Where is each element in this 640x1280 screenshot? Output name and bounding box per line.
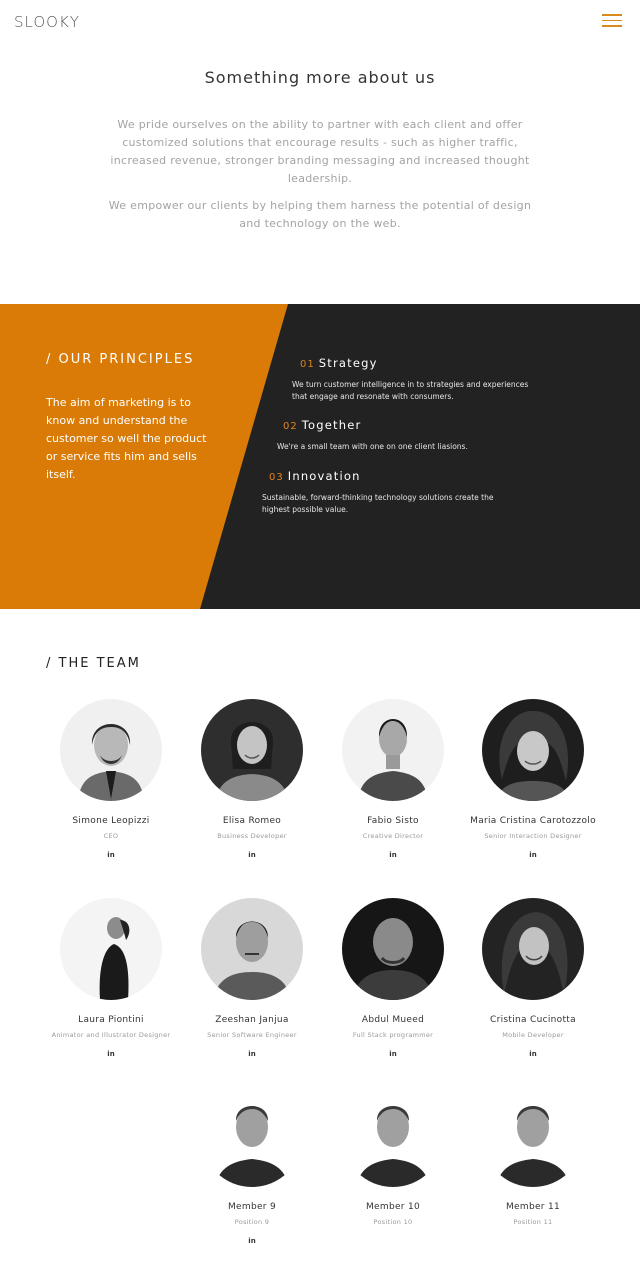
member-name: Maria Cristina Carotozzolo (470, 816, 596, 826)
member-name: Simone Leopizzi (72, 816, 150, 826)
member-photo (60, 898, 162, 1000)
member-name: Member 9 (227, 1202, 276, 1212)
member-name: Cristina Cucinotta (490, 1015, 576, 1025)
member-name: Member 11 (505, 1202, 561, 1212)
member-role: Senior Software Engineer (207, 1031, 297, 1039)
team-title: / THE TEAM (46, 656, 141, 671)
linkedin-icon[interactable]: in (389, 851, 396, 859)
member-photo (342, 1085, 444, 1187)
member-role: CEO (103, 832, 119, 840)
linkedin-icon[interactable]: in (107, 851, 114, 859)
member-photo (342, 699, 444, 801)
principle-together: 02 Together We're a small team with one o… (277, 414, 523, 453)
member-photo (482, 699, 584, 801)
principle-number: 01 (300, 359, 315, 370)
team-member: Cristina Cucinotta Mobile Developer in (468, 898, 598, 1060)
linkedin-icon[interactable]: in (248, 851, 255, 859)
principles-section: / OUR PRINCIPLES The aim of marketing is… (0, 304, 640, 609)
linkedin-icon[interactable]: in (529, 851, 536, 859)
member-name: Elisa Romeo (222, 816, 282, 826)
principle-name: Innovation (287, 469, 361, 483)
member-name: Zeeshan Janjua (215, 1015, 289, 1025)
principle-desc: Sustainable, forward-thinking technology… (262, 493, 494, 514)
principle-strategy: 01 Strategy We turn customer intelligence… (292, 352, 540, 403)
team-member: Elisa Romeo Business Developer in (187, 699, 317, 861)
about-section: Something more about us We pride ourselv… (0, 60, 640, 233)
hamburger-icon (602, 14, 622, 27)
menu-button[interactable] (602, 14, 622, 28)
header: SLOOKY (0, 0, 640, 44)
team-member: Laura Piontini Animator and Illustrator … (46, 898, 176, 1060)
team-member: Member 10 Position 10 (328, 1085, 458, 1228)
member-role: Mobile Developer (502, 1031, 564, 1039)
logo[interactable]: SLOOKY (14, 13, 80, 31)
principle-number: 02 (283, 421, 298, 432)
principles-text: The aim of marketing is to know and unde… (46, 396, 207, 481)
member-role: Full Stack programmer (352, 1031, 434, 1039)
team-member: Abdul Mueed Full Stack programmer in (328, 898, 458, 1060)
principle-innovation: 03 Innovation Sustainable, forward-thinki… (262, 465, 519, 516)
member-name: Fabio Sisto (367, 816, 419, 826)
principle-number: 03 (269, 472, 284, 483)
linkedin-icon[interactable]: in (107, 1050, 114, 1058)
member-role: Creative Director (362, 832, 424, 840)
member-photo (482, 898, 584, 1000)
member-photo (60, 699, 162, 801)
member-photo (201, 699, 303, 801)
member-role: Position 10 (373, 1218, 413, 1226)
member-role: Business Developer (217, 832, 287, 840)
linkedin-icon[interactable]: in (248, 1237, 255, 1245)
about-title: Something more about us (204, 68, 436, 87)
team-member: Member 11 Position 11 (468, 1085, 598, 1228)
member-role: Animator and Illustrator Designer (51, 1031, 171, 1039)
team-member: Member 9 Position 9 in (187, 1085, 317, 1247)
member-photo (482, 1085, 584, 1187)
member-name: Laura Piontini (78, 1015, 144, 1025)
about-paragraph-1: We pride ourselves on the ability to par… (110, 118, 530, 185)
team-member: Maria Cristina Carotozzolo Senior Intera… (468, 699, 598, 861)
about-paragraph-2: We empower our clients by helping them h… (108, 199, 532, 230)
principles-title: / OUR PRINCIPLES (46, 352, 195, 367)
member-photo (201, 1085, 303, 1187)
principle-name: Together (301, 418, 362, 432)
member-name: Abdul Mueed (361, 1015, 425, 1025)
linkedin-icon[interactable]: in (529, 1050, 536, 1058)
member-role: Position 11 (513, 1218, 553, 1226)
team-member: Zeeshan Janjua Senior Software Engineer … (187, 898, 317, 1060)
team-member: Simone Leopizzi CEO in (46, 699, 176, 861)
team-member: Fabio Sisto Creative Director in (328, 699, 458, 861)
linkedin-icon[interactable]: in (248, 1050, 255, 1058)
member-name: Member 10 (365, 1202, 421, 1212)
principle-desc: We turn customer intelligence in to stra… (292, 380, 529, 401)
principle-desc: We're a small team with one on one clien… (277, 442, 468, 451)
linkedin-icon[interactable]: in (389, 1050, 396, 1058)
member-role: Position 9 (234, 1218, 270, 1226)
member-role: Senior Interaction Designer (484, 832, 582, 840)
member-photo (342, 898, 444, 1000)
member-photo (201, 898, 303, 1000)
principle-name: Strategy (318, 356, 378, 370)
